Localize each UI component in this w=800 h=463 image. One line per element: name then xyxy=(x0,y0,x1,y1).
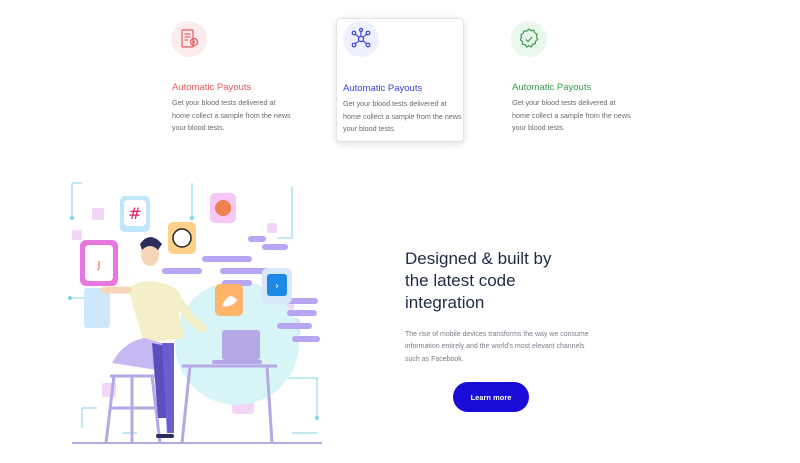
feature-title: Automatic Payouts xyxy=(343,83,423,94)
svg-text:J: J xyxy=(97,260,101,271)
invoice-icon xyxy=(171,21,207,57)
award-badge-icon xyxy=(511,21,547,57)
feature-title: Automatic Payouts xyxy=(172,82,252,93)
network-icon xyxy=(343,21,379,57)
svg-text:›: › xyxy=(275,281,279,292)
feature-description: Get your blood tests delivered at home c… xyxy=(512,98,631,133)
headline-line-3: integration xyxy=(405,293,485,312)
integration-headline: Designed & built by the latest code inte… xyxy=(405,248,605,314)
feature-card-payouts-3[interactable]: Automatic Payouts Get your blood tests d… xyxy=(506,18,634,140)
learn-more-button[interactable]: Learn more xyxy=(453,382,529,412)
headline-line-2: the latest code xyxy=(405,271,516,290)
feature-card-payouts-1[interactable]: Automatic Payouts Get your blood tests d… xyxy=(166,18,294,140)
feature-description: Get your blood tests delivered at home c… xyxy=(343,99,462,134)
feature-card-payouts-2[interactable]: Automatic Payouts Get your blood tests d… xyxy=(336,18,464,142)
integration-description: The rise of mobile devices transforms th… xyxy=(405,331,589,363)
headline-line-1: Designed & built by xyxy=(405,249,552,268)
features-section: Automatic Payouts Get your blood tests d… xyxy=(0,0,800,175)
feature-description: Get your blood tests delivered at home c… xyxy=(172,98,291,133)
feature-title: Automatic Payouts xyxy=(512,82,592,93)
svg-text:#: # xyxy=(128,204,141,223)
developer-illustration: # J › xyxy=(62,178,332,448)
